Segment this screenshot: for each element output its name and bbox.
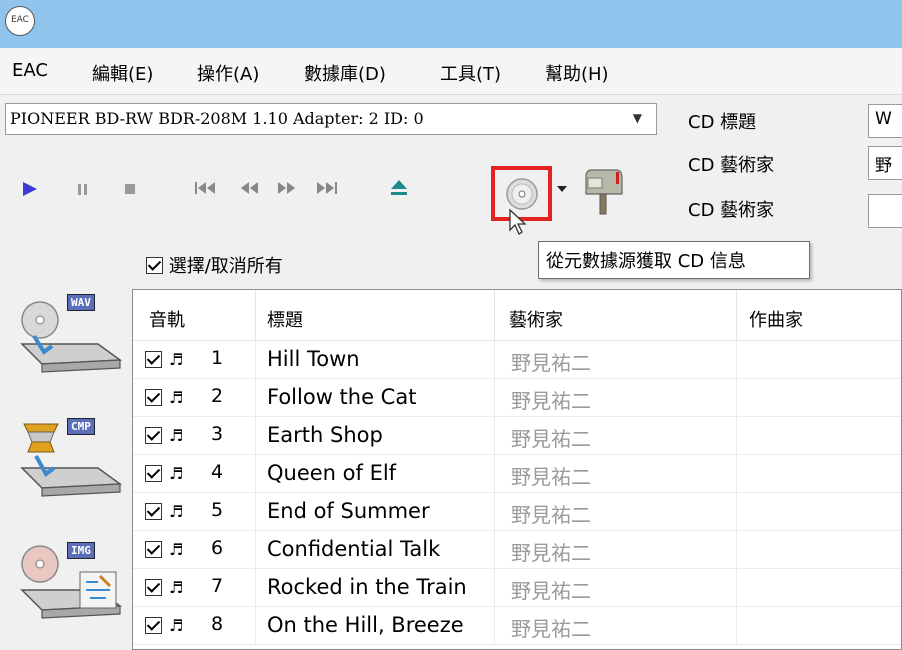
- table-row[interactable]: ♬ 8 On the Hill, Breeze 野見祐二: [133, 607, 901, 645]
- mailbox-icon[interactable]: [578, 166, 630, 218]
- track-artist[interactable]: 野見祐二: [511, 423, 591, 452]
- copy-wav-button[interactable]: WAV: [10, 294, 130, 378]
- menu-bar: EAC 編輯(E) 操作(A) 數據庫(D) 工具(T) 幫助(H): [0, 48, 902, 95]
- menu-eac[interactable]: EAC: [12, 60, 48, 81]
- cd-artist2-label: CD 藝術家: [688, 200, 775, 221]
- track-number: 7: [211, 575, 224, 597]
- track-artist[interactable]: 野見祐二: [511, 613, 591, 642]
- menu-action[interactable]: 操作(A): [197, 60, 259, 86]
- track-title[interactable]: End of Summer: [267, 499, 430, 523]
- music-note-icon: ♬: [169, 426, 184, 445]
- track-artist[interactable]: 野見祐二: [511, 537, 591, 566]
- track-list-header: 音軌 標題 藝術家 作曲家: [133, 290, 901, 341]
- track-title[interactable]: Rocked in the Train: [267, 575, 467, 599]
- track-number: 6: [211, 537, 224, 559]
- app-icon[interactable]: EAC: [5, 6, 35, 36]
- copy-image-button[interactable]: IMG: [10, 542, 130, 626]
- column-divider[interactable]: [494, 290, 495, 340]
- track-number: 2: [211, 385, 224, 407]
- track-checkbox[interactable]: [145, 389, 162, 406]
- track-number: 8: [211, 613, 224, 635]
- drive-select[interactable]: PIONEER BD-RW BDR-208M 1.10 Adapter: 2 I…: [5, 103, 657, 135]
- cd-artist2-field[interactable]: [868, 194, 902, 228]
- track-checkbox[interactable]: [145, 465, 162, 482]
- chevron-down-icon[interactable]: ▼: [633, 111, 642, 125]
- mouse-cursor-icon: [509, 208, 527, 235]
- table-row[interactable]: ♬ 5 End of Summer 野見祐二: [133, 493, 901, 531]
- track-number: 1: [211, 347, 224, 369]
- music-note-icon: ♬: [169, 540, 184, 559]
- track-title[interactable]: On the Hill, Breeze: [267, 613, 464, 637]
- cd-artist-label: CD 藝術家: [688, 155, 775, 176]
- track-artist[interactable]: 野見祐二: [511, 385, 591, 414]
- track-title[interactable]: Queen of Elf: [267, 461, 396, 485]
- track-number: 4: [211, 461, 224, 483]
- rewind-icon[interactable]: [237, 178, 263, 198]
- track-number: 3: [211, 423, 224, 445]
- column-header-track[interactable]: 音軌: [149, 306, 185, 332]
- track-artist[interactable]: 野見祐二: [511, 499, 591, 528]
- menu-help[interactable]: 幫助(H): [545, 60, 609, 86]
- track-artist[interactable]: 野見祐二: [511, 575, 591, 604]
- music-note-icon: ♬: [169, 464, 184, 483]
- column-divider[interactable]: [255, 290, 256, 340]
- stop-icon[interactable]: [120, 179, 140, 199]
- select-all-label: 選擇/取消所有: [168, 256, 283, 277]
- fast-forward-icon[interactable]: [274, 178, 300, 198]
- pause-icon[interactable]: [72, 179, 92, 199]
- select-all-checkbox[interactable]: 選擇/取消所有: [146, 252, 283, 278]
- chevron-down-icon[interactable]: [555, 182, 569, 196]
- checkbox-checked-icon: [146, 257, 163, 274]
- music-note-icon: ♬: [169, 616, 184, 635]
- table-row[interactable]: ♬ 7 Rocked in the Train 野見祐二: [133, 569, 901, 607]
- drive-select-value: PIONEER BD-RW BDR-208M 1.10 Adapter: 2 I…: [10, 109, 424, 128]
- table-row[interactable]: ♬ 2 Follow the Cat 野見祐二: [133, 379, 901, 417]
- copy-compressed-button[interactable]: CMP: [10, 418, 130, 502]
- track-title[interactable]: Follow the Cat: [267, 385, 416, 409]
- track-checkbox[interactable]: [145, 541, 162, 558]
- track-artist[interactable]: 野見祐二: [511, 461, 591, 490]
- track-checkbox[interactable]: [145, 427, 162, 444]
- skip-forward-icon[interactable]: [314, 178, 340, 198]
- title-bar: EAC: [0, 0, 902, 48]
- img-tag: IMG: [67, 542, 95, 559]
- column-header-artist[interactable]: 藝術家: [509, 306, 563, 332]
- column-header-composer[interactable]: 作曲家: [749, 306, 803, 332]
- cmp-tag: CMP: [67, 418, 95, 435]
- track-checkbox[interactable]: [145, 351, 162, 368]
- menu-edit[interactable]: 編輯(E): [92, 60, 153, 86]
- column-divider[interactable]: [736, 290, 737, 340]
- menu-database[interactable]: 數據庫(D): [304, 60, 386, 86]
- table-row[interactable]: ♬ 3 Earth Shop 野見祐二: [133, 417, 901, 455]
- cd-artist-field[interactable]: 野: [868, 146, 902, 180]
- music-note-icon: ♬: [169, 350, 184, 369]
- table-row[interactable]: ♬ 1 Hill Town 野見祐二: [133, 341, 901, 379]
- cd-title-label: CD 標題: [688, 112, 757, 133]
- music-note-icon: ♬: [169, 578, 184, 597]
- eject-icon[interactable]: [388, 177, 410, 199]
- track-title[interactable]: Confidential Talk: [267, 537, 440, 561]
- track-number: 5: [211, 499, 224, 521]
- skip-back-icon[interactable]: [193, 178, 219, 198]
- music-note-icon: ♬: [169, 388, 184, 407]
- track-title[interactable]: Earth Shop: [267, 423, 383, 447]
- music-note-icon: ♬: [169, 502, 184, 521]
- track-artist[interactable]: 野見祐二: [511, 347, 591, 376]
- table-row[interactable]: ♬ 4 Queen of Elf 野見祐二: [133, 455, 901, 493]
- track-checkbox[interactable]: [145, 617, 162, 634]
- cd-title-field[interactable]: W: [868, 104, 902, 138]
- tooltip: 從元數據源獲取 CD 信息: [538, 241, 810, 279]
- play-icon[interactable]: [20, 179, 40, 199]
- table-row[interactable]: ♬ 6 Confidential Talk 野見祐二: [133, 531, 901, 569]
- track-checkbox[interactable]: [145, 503, 162, 520]
- column-header-title[interactable]: 標題: [267, 306, 303, 332]
- track-checkbox[interactable]: [145, 579, 162, 596]
- track-title[interactable]: Hill Town: [267, 347, 360, 371]
- menu-tools[interactable]: 工具(T): [440, 60, 501, 86]
- track-list[interactable]: 音軌 標題 藝術家 作曲家 ♬ 1 Hill Town 野見祐二 ♬ 2 Fol…: [132, 289, 902, 650]
- wav-tag: WAV: [67, 294, 95, 311]
